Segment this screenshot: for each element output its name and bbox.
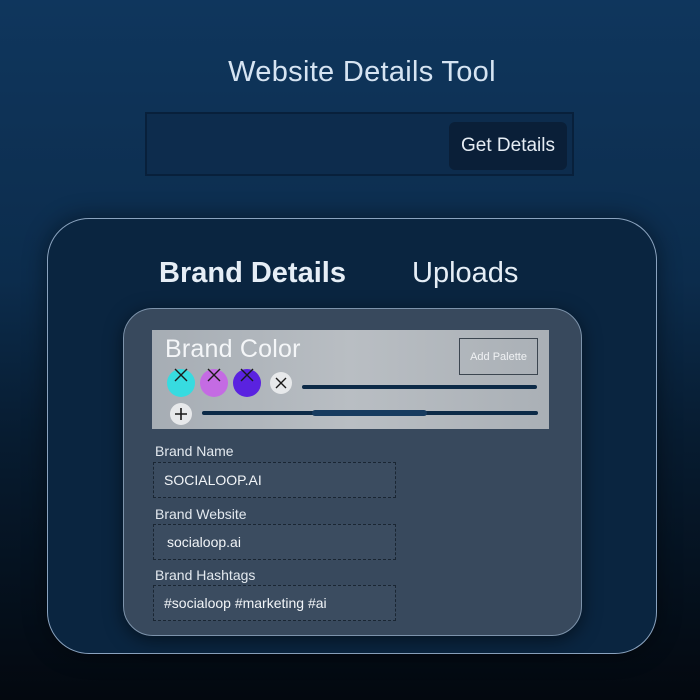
tab-brand-details[interactable]: Brand Details — [159, 257, 346, 290]
add-color-button[interactable] — [170, 403, 192, 425]
tab-uploads[interactable]: Uploads — [412, 257, 518, 290]
close-icon[interactable] — [240, 368, 254, 382]
brand-hashtags-label: Brand Hashtags — [155, 567, 256, 583]
close-icon[interactable] — [207, 368, 221, 382]
brand-color-title: Brand Color — [165, 335, 301, 363]
add-palette-button[interactable]: Add Palette — [459, 338, 538, 375]
brand-name-field — [153, 462, 396, 498]
color-swatch-cyan[interactable] — [167, 368, 195, 397]
url-input[interactable] — [151, 118, 445, 172]
brand-name-label: Brand Name — [155, 443, 234, 459]
brand-hashtags-input[interactable] — [154, 586, 395, 620]
color-slider-thumb[interactable] — [312, 410, 427, 416]
brand-hashtags-field — [153, 585, 396, 621]
brand-name-input[interactable] — [154, 463, 395, 497]
url-bar: Get Details — [145, 112, 574, 176]
color-swatch-violet[interactable] — [233, 368, 261, 397]
color-slider-top[interactable] — [302, 385, 537, 389]
close-icon — [275, 377, 287, 389]
brand-card: Brand Details Uploads Brand Color Add Pa… — [47, 218, 657, 654]
remove-color-button[interactable] — [270, 372, 292, 394]
brand-color-panel: Brand Color Add Palette — [152, 330, 549, 429]
color-swatch-magenta[interactable] — [200, 368, 228, 397]
brand-website-field — [153, 524, 396, 560]
brand-website-input[interactable] — [154, 525, 395, 559]
brand-website-label: Brand Website — [155, 506, 247, 522]
plus-icon — [175, 408, 187, 420]
brand-details-panel: Brand Color Add Palette Brand Name SOCIA… — [123, 308, 582, 636]
page-title: Website Details Tool — [228, 56, 496, 88]
close-icon[interactable] — [174, 368, 188, 382]
get-details-button[interactable]: Get Details — [449, 122, 567, 170]
